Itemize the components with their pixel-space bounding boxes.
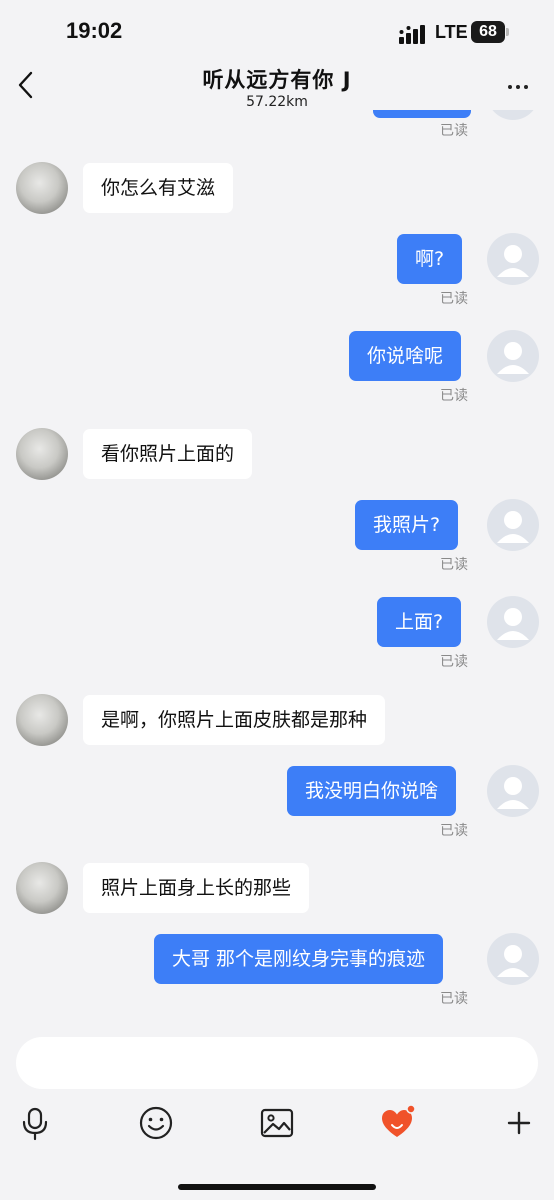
my-avatar[interactable] [487, 233, 539, 285]
default-avatar-icon [497, 608, 529, 640]
read-receipt: 已读 [440, 823, 468, 839]
battery-cap [506, 28, 509, 36]
read-receipt: 已读 [440, 557, 468, 573]
battery-icon: 68 [471, 21, 505, 43]
my-avatar[interactable] [487, 110, 539, 120]
microphone-icon[interactable] [17, 1105, 53, 1141]
outgoing-message[interactable]: 大哥 那个是刚纹身完事的痕迹 [154, 934, 444, 984]
outgoing-message[interactable]: 啊? [397, 234, 463, 284]
default-avatar-icon [497, 245, 529, 277]
default-avatar-icon [497, 777, 529, 809]
my-avatar[interactable] [487, 765, 539, 817]
contact-avatar[interactable] [16, 694, 68, 746]
outgoing-message[interactable]: 你说啥呢 [349, 331, 462, 381]
battery-level: 68 [479, 23, 497, 40]
composer [0, 1025, 554, 1200]
message-input[interactable] [16, 1037, 538, 1089]
incoming-message[interactable]: 你怎么有艾滋 [83, 163, 234, 213]
signal-strength-icon [399, 25, 425, 44]
network-type: LTE [435, 22, 468, 42]
gift-heart-icon[interactable] [380, 1105, 416, 1141]
dot [524, 84, 528, 89]
chat-title: 听从远方有你 J [202, 68, 352, 92]
more-options-button[interactable] [508, 76, 536, 90]
contact-avatar[interactable] [16, 162, 68, 214]
outgoing-message[interactable]: 上面? [377, 597, 462, 647]
status-bar: 19:02 LTE 68 [0, 0, 554, 64]
dot [508, 84, 512, 89]
default-avatar-icon [497, 511, 529, 543]
incoming-message[interactable]: 看你照片上面的 [83, 429, 253, 479]
message-list[interactable]: 已读 你怎么有艾滋 啊? 已读 你说啥呢 已读 看你照片上面的 我照片? 已读 … [0, 110, 554, 1025]
my-avatar[interactable] [487, 499, 539, 551]
my-avatar[interactable] [487, 596, 539, 648]
chat-header: 听从远方有你 J 57.22km [0, 56, 554, 118]
read-receipt: 已读 [440, 654, 468, 670]
contact-avatar[interactable] [16, 428, 68, 480]
my-avatar[interactable] [487, 330, 539, 382]
previous-message-bubble [373, 110, 471, 118]
read-receipt: 已读 [440, 388, 468, 404]
plus-icon[interactable] [501, 1105, 537, 1141]
contact-avatar[interactable] [16, 862, 68, 914]
dot [516, 84, 520, 89]
my-avatar[interactable] [487, 933, 539, 985]
outgoing-message[interactable]: 我没明白你说啥 [287, 766, 457, 816]
incoming-message[interactable]: 是啊，你照片上面皮肤都是那种 [83, 695, 386, 745]
outgoing-message[interactable]: 我照片? [355, 500, 459, 550]
emoji-icon[interactable] [138, 1105, 174, 1141]
read-receipt: 已读 [440, 991, 468, 1007]
default-avatar-icon [497, 945, 529, 977]
read-receipt: 已读 [440, 291, 468, 307]
chat-distance: 57.22km [246, 94, 308, 110]
read-receipt: 已读 [440, 123, 468, 139]
incoming-message[interactable]: 照片上面身上长的那些 [83, 863, 310, 913]
default-avatar-icon [497, 342, 529, 374]
home-indicator[interactable] [178, 1184, 376, 1190]
image-icon[interactable] [259, 1105, 295, 1141]
status-time: 19:02 [66, 18, 123, 43]
